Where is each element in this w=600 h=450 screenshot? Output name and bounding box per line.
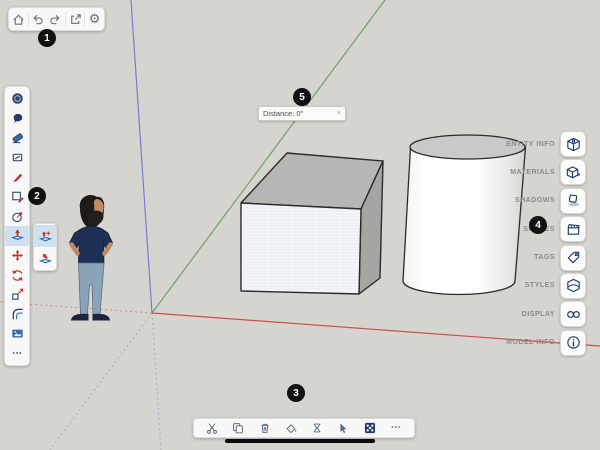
push-pull-add-icon[interactable] xyxy=(34,225,56,247)
shadows-icon[interactable] xyxy=(560,188,586,214)
paint-tool-icon[interactable] xyxy=(5,148,29,168)
model-info-label: MODEL INFO xyxy=(506,339,555,346)
entity-info-icon[interactable] xyxy=(560,131,586,157)
export-icon[interactable] xyxy=(67,11,84,28)
push-pull-tool-icon[interactable] xyxy=(5,226,29,246)
undo-icon[interactable] xyxy=(29,11,46,28)
offset-tool-icon[interactable] xyxy=(5,305,29,325)
materials-label: MATERIALS xyxy=(510,169,555,176)
shapes-tool-icon[interactable] xyxy=(5,187,29,207)
measurement-close-icon[interactable]: × xyxy=(337,110,341,117)
panel-row-tags: TAGS xyxy=(506,245,586,271)
paint-bucket-icon[interactable] xyxy=(283,420,299,436)
display-icon[interactable] xyxy=(560,301,586,327)
push-pull-flyout xyxy=(33,223,57,271)
annotation-badge-2: 2 xyxy=(28,187,46,205)
line-tool-icon[interactable] xyxy=(5,167,29,187)
panel-row-display: DISPLAY xyxy=(506,301,586,327)
more-tools-button[interactable]: ⋯ xyxy=(5,344,29,364)
selected-box-geometry[interactable] xyxy=(241,153,383,294)
styles-icon[interactable] xyxy=(560,273,586,299)
scale-figure[interactable] xyxy=(70,195,113,320)
box-top-face xyxy=(241,153,383,209)
scenes-icon[interactable] xyxy=(560,216,586,242)
more-actions-label: ⋯ xyxy=(391,425,401,431)
more-actions-button[interactable]: ⋯ xyxy=(388,420,404,436)
figure-left-shoe xyxy=(71,314,89,321)
annotation-badge-3: 3 xyxy=(287,384,305,402)
home-icon[interactable] xyxy=(10,11,27,28)
texture-checker-icon[interactable] xyxy=(362,420,378,436)
bottom-context-toolbar: ⋯ xyxy=(193,418,415,438)
settings-gear-icon[interactable]: ⚙ xyxy=(86,11,103,28)
annotation-badge-4: 4 xyxy=(529,216,547,234)
tags-icon[interactable] xyxy=(560,245,586,271)
top-toolbar: ⚙ xyxy=(8,7,105,31)
rotate-tool-icon[interactable] xyxy=(5,265,29,285)
entity-info-label: ENTITY INFO xyxy=(506,141,555,148)
panel-row-shadows: SHADOWS xyxy=(506,188,586,214)
shadows-label: SHADOWS xyxy=(515,197,555,204)
styles-label: STYLES xyxy=(525,282,555,289)
axis-blue xyxy=(131,0,152,313)
annotation-badge-5: 5 xyxy=(293,88,311,106)
lasso-tool-icon[interactable] xyxy=(5,109,29,129)
push-pull-variant-icon[interactable] xyxy=(34,247,56,269)
arc-tool-icon[interactable] xyxy=(5,207,29,227)
right-panel: ENTITY INFO MATERIALS SHADOWS xyxy=(506,131,586,356)
figure-shirt xyxy=(70,226,113,263)
panel-row-styles: STYLES xyxy=(506,273,586,299)
image-tool-icon[interactable] xyxy=(5,324,29,344)
cut-icon[interactable] xyxy=(204,420,220,436)
tags-label: TAGS xyxy=(534,254,555,261)
display-label: DISPLAY xyxy=(522,311,555,318)
box-front-face xyxy=(241,203,361,294)
measurement-box[interactable]: Distance: 0" × xyxy=(258,106,346,121)
panel-row-materials: MATERIALS xyxy=(506,159,586,185)
left-toolbar: ⋯ xyxy=(4,86,30,366)
home-indicator-bar[interactable] xyxy=(225,439,375,443)
sketchup-app-window: ⚙ xyxy=(0,0,600,450)
model-info-icon[interactable] xyxy=(560,330,586,356)
flip-icon[interactable] xyxy=(309,420,325,436)
delete-trash-icon[interactable] xyxy=(257,420,273,436)
figure-jeans xyxy=(79,263,105,314)
cursor-select-icon[interactable] xyxy=(335,420,351,436)
measurement-value: Distance: 0" xyxy=(263,109,337,118)
panel-row-entity-info: ENTITY INFO xyxy=(506,131,586,157)
select-tool-icon[interactable] xyxy=(5,89,29,109)
move-tool-icon[interactable] xyxy=(5,246,29,266)
materials-icon[interactable] xyxy=(560,159,586,185)
copy-icon[interactable] xyxy=(230,420,246,436)
scale-tool-icon[interactable] xyxy=(5,285,29,305)
annotation-badge-1: 1 xyxy=(38,29,56,47)
panel-row-model-info: MODEL INFO xyxy=(506,330,586,356)
redo-icon[interactable] xyxy=(47,11,64,28)
more-tools-label: ⋯ xyxy=(12,351,22,357)
eraser-tool-icon[interactable] xyxy=(5,128,29,148)
figure-right-shoe xyxy=(93,314,111,321)
